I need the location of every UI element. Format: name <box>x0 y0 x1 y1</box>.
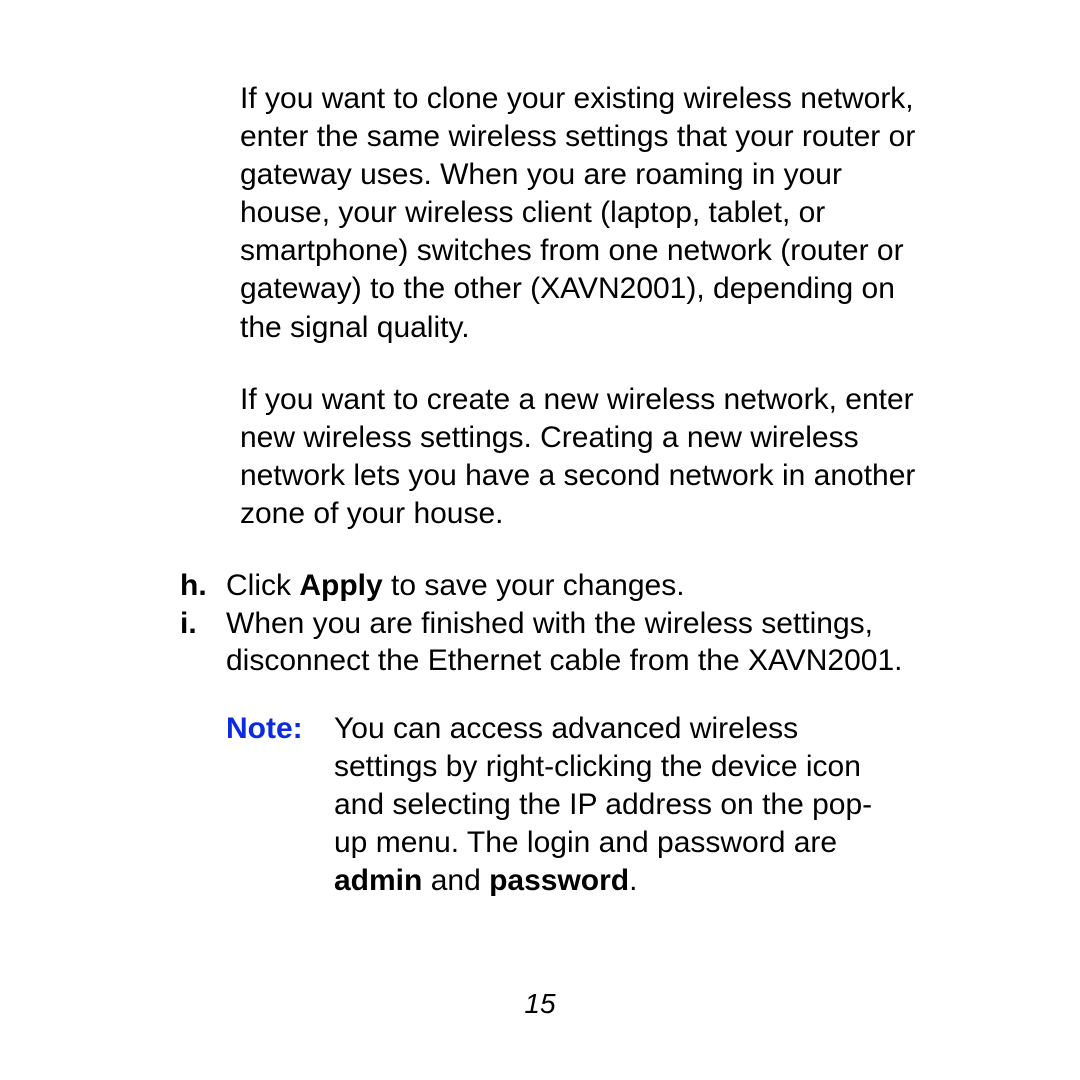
note-label: Note: <box>226 710 334 900</box>
note-text: You can access advanced wireless setting… <box>334 710 874 900</box>
paragraph-clone-network: If you want to clone your existing wirel… <box>180 80 940 347</box>
paragraph-new-network: If you want to create a new wireless net… <box>180 381 940 533</box>
list-h-post: to save your changes. <box>383 569 685 602</box>
list-marker-i: i. <box>180 605 226 680</box>
note-post: . <box>629 864 637 897</box>
note-admin: admin <box>334 864 422 897</box>
note-password: password <box>489 864 629 897</box>
list-text-h: Click Apply to save your changes. <box>226 567 940 605</box>
list-item-i: i. When you are finished with the wirele… <box>180 605 940 680</box>
note-pre: You can access advanced wireless setting… <box>334 712 872 859</box>
apply-label: Apply <box>299 569 382 602</box>
list-h-pre: Click <box>226 569 299 602</box>
page-number: 15 <box>0 988 1080 1020</box>
document-page: If you want to clone your existing wirel… <box>0 0 1080 1080</box>
list-marker-h: h. <box>180 567 226 605</box>
note-mid: and <box>422 864 489 897</box>
list-item-h: h. Click Apply to save your changes. <box>180 567 940 605</box>
note-label-text: Note: <box>226 712 303 745</box>
list-text-i: When you are finished with the wireless … <box>226 605 940 680</box>
note-block: Note: You can access advanced wireless s… <box>180 710 940 900</box>
